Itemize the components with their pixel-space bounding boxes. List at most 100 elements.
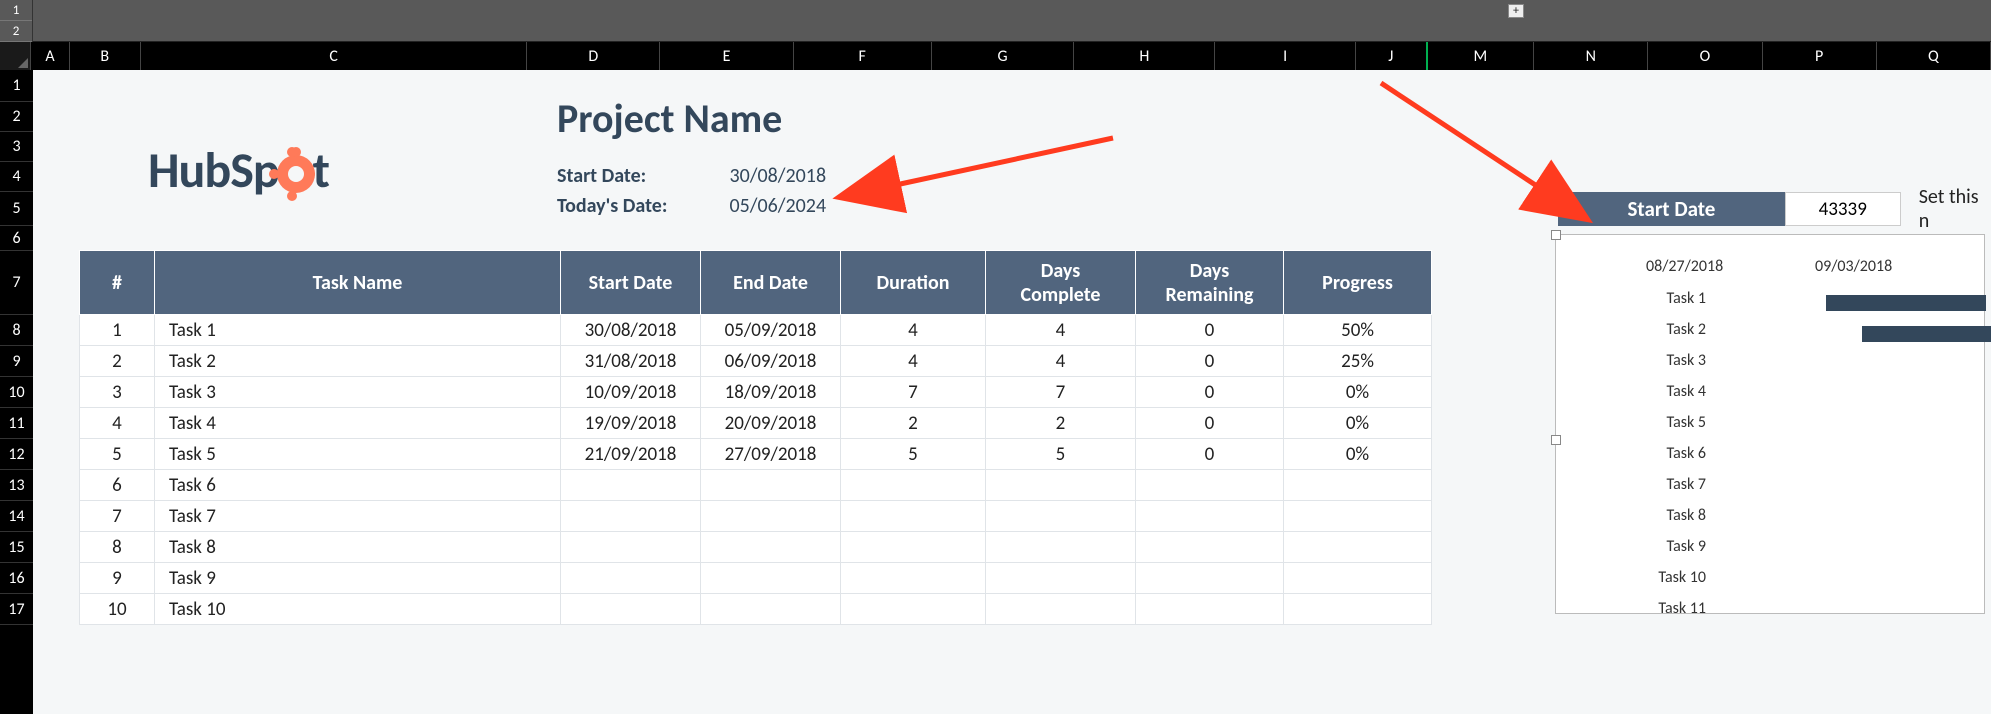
cell-dc[interactable]: [986, 501, 1136, 532]
outline-level-2[interactable]: 2: [0, 21, 32, 42]
cell-prog[interactable]: 0%: [1284, 377, 1432, 408]
row-header-12[interactable]: 12: [0, 439, 33, 470]
column-header-Q[interactable]: Q: [1877, 42, 1991, 70]
row-header-11[interactable]: 11: [0, 408, 33, 439]
cell-start[interactable]: 19/09/2018: [561, 408, 701, 439]
cell-end[interactable]: 05/09/2018: [701, 315, 841, 346]
cell-end[interactable]: [701, 470, 841, 501]
table-row[interactable]: 7Task 7: [80, 501, 1432, 532]
row-header-10[interactable]: 10: [0, 377, 33, 408]
cell-n[interactable]: 1: [80, 315, 155, 346]
cell-end[interactable]: 20/09/2018: [701, 408, 841, 439]
cell-start[interactable]: 30/08/2018: [561, 315, 701, 346]
cell-dur[interactable]: 4: [841, 315, 986, 346]
table-row[interactable]: 5Task 521/09/201827/09/20185500%: [80, 439, 1432, 470]
cell-name[interactable]: Task 6: [155, 470, 561, 501]
column-header-O[interactable]: O: [1648, 42, 1762, 70]
cell-prog[interactable]: 50%: [1284, 315, 1432, 346]
column-header-N[interactable]: N: [1534, 42, 1648, 70]
cell-dc[interactable]: 4: [986, 315, 1136, 346]
row-header-14[interactable]: 14: [0, 501, 33, 532]
cell-n[interactable]: 3: [80, 377, 155, 408]
row-header-1[interactable]: 1: [0, 70, 33, 102]
column-header-C[interactable]: C: [141, 42, 527, 70]
column-header-E[interactable]: E: [660, 42, 793, 70]
cell-dc[interactable]: 5: [986, 439, 1136, 470]
cell-name[interactable]: Task 8: [155, 532, 561, 563]
cell-name[interactable]: Task 2: [155, 346, 561, 377]
cell-dr[interactable]: [1136, 563, 1284, 594]
cell-start[interactable]: [561, 532, 701, 563]
cell-dc[interactable]: 2: [986, 408, 1136, 439]
cell-dur[interactable]: [841, 532, 986, 563]
row-header-8[interactable]: 8: [0, 315, 33, 346]
row-header-17[interactable]: 17: [0, 594, 33, 625]
cell-dc[interactable]: [986, 594, 1136, 625]
cell-start[interactable]: [561, 470, 701, 501]
column-header-J[interactable]: J: [1356, 42, 1427, 70]
cell-dur[interactable]: 4: [841, 346, 986, 377]
cell-dc[interactable]: 7: [986, 377, 1136, 408]
column-header-G[interactable]: G: [932, 42, 1075, 70]
row-header-6[interactable]: 6: [0, 226, 33, 251]
cell-dur[interactable]: [841, 563, 986, 594]
cell-name[interactable]: Task 1: [155, 315, 561, 346]
cell-name[interactable]: Task 5: [155, 439, 561, 470]
cell-dur[interactable]: [841, 470, 986, 501]
cell-dr[interactable]: 0: [1136, 377, 1284, 408]
table-row[interactable]: 10Task 10: [80, 594, 1432, 625]
cell-dr[interactable]: [1136, 501, 1284, 532]
column-header-B[interactable]: B: [70, 42, 141, 70]
select-all-corner[interactable]: [0, 42, 31, 70]
cell-prog[interactable]: [1284, 501, 1432, 532]
column-header-H[interactable]: H: [1074, 42, 1215, 70]
cell-prog[interactable]: [1284, 532, 1432, 563]
cell-name[interactable]: Task 4: [155, 408, 561, 439]
cell-start[interactable]: 21/09/2018: [561, 439, 701, 470]
cell-dc[interactable]: 4: [986, 346, 1136, 377]
cell-dur[interactable]: [841, 501, 986, 532]
cell-start[interactable]: [561, 594, 701, 625]
row-header-4[interactable]: 4: [0, 162, 33, 192]
cell-name[interactable]: Task 3: [155, 377, 561, 408]
cell-dr[interactable]: 0: [1136, 346, 1284, 377]
cell-n[interactable]: 9: [80, 563, 155, 594]
cell-dr[interactable]: [1136, 594, 1284, 625]
column-header-M[interactable]: M: [1428, 42, 1535, 70]
cell-dr[interactable]: [1136, 532, 1284, 563]
today-date-value[interactable]: 05/06/2024: [730, 194, 827, 218]
cell-prog[interactable]: [1284, 563, 1432, 594]
row-header-2[interactable]: 2: [0, 102, 33, 132]
header-start[interactable]: Start Date: [561, 251, 701, 315]
row-header-3[interactable]: 3: [0, 132, 33, 162]
table-row[interactable]: 4Task 419/09/201820/09/20182200%: [80, 408, 1432, 439]
cell-end[interactable]: 27/09/2018: [701, 439, 841, 470]
cell-dur[interactable]: 5: [841, 439, 986, 470]
cell-name[interactable]: Task 9: [155, 563, 561, 594]
cell-name[interactable]: Task 7: [155, 501, 561, 532]
cell-dc[interactable]: [986, 532, 1136, 563]
outline-expand-button[interactable]: +: [1508, 4, 1524, 18]
cell-dc[interactable]: [986, 563, 1136, 594]
cell-dur[interactable]: [841, 594, 986, 625]
cell-dr[interactable]: 0: [1136, 315, 1284, 346]
start-date-box-value[interactable]: 43339: [1785, 192, 1901, 226]
chart-handle-nw[interactable]: [1551, 230, 1561, 240]
table-row[interactable]: 3Task 310/09/201818/09/20187700%: [80, 377, 1432, 408]
table-row[interactable]: 1Task 130/08/201805/09/201844050%: [80, 315, 1432, 346]
cell-n[interactable]: 2: [80, 346, 155, 377]
header-end[interactable]: End Date: [701, 251, 841, 315]
table-row[interactable]: 9Task 9: [80, 563, 1432, 594]
cell-n[interactable]: 8: [80, 532, 155, 563]
cell-dur[interactable]: 7: [841, 377, 986, 408]
header-dur[interactable]: Duration: [841, 251, 986, 315]
row-header-15[interactable]: 15: [0, 532, 33, 563]
header-prog[interactable]: Progress: [1284, 251, 1432, 315]
cell-prog[interactable]: 0%: [1284, 408, 1432, 439]
column-header-P[interactable]: P: [1763, 42, 1877, 70]
start-date-value[interactable]: 30/08/2018: [730, 164, 827, 188]
cell-dr[interactable]: [1136, 470, 1284, 501]
cell-dr[interactable]: 0: [1136, 408, 1284, 439]
cell-n[interactable]: 6: [80, 470, 155, 501]
cell-end[interactable]: 18/09/2018: [701, 377, 841, 408]
